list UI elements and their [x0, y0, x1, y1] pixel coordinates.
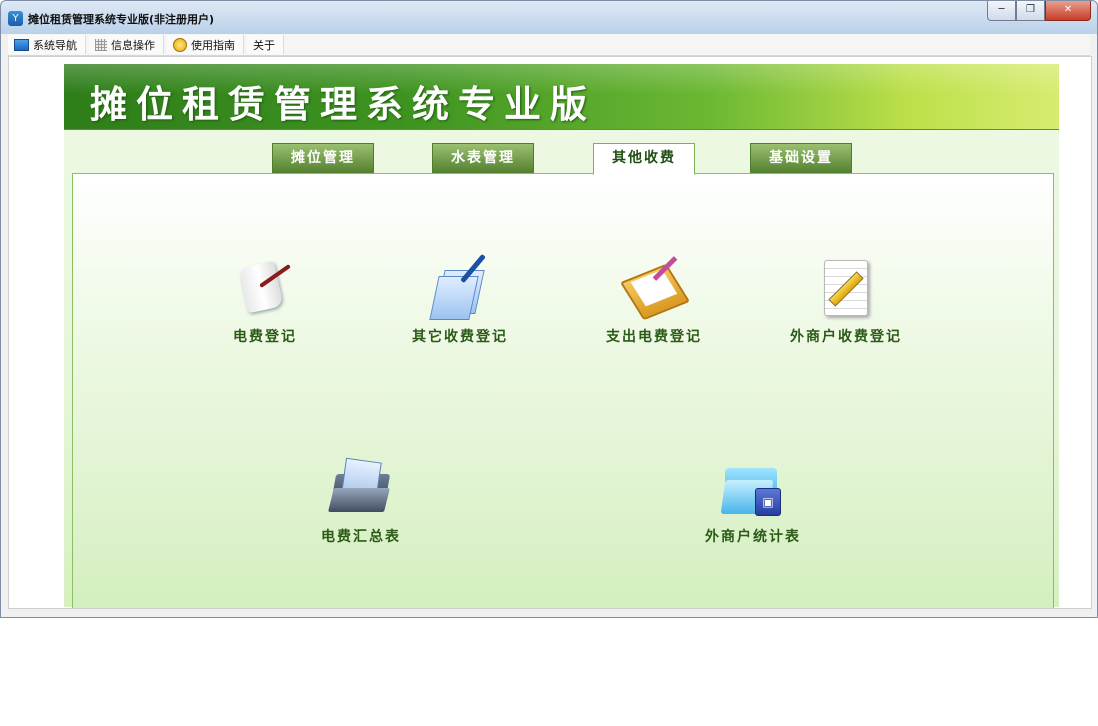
tab-water-meter[interactable]: 水表管理 [432, 143, 534, 174]
function-label: 外商户收费登记 [790, 329, 902, 345]
menu-item-label: 使用指南 [191, 38, 235, 52]
help-icon [173, 37, 187, 52]
outside-merchant-fee-register-button[interactable]: 外商户收费登记 [776, 256, 916, 346]
title-bar[interactable]: Y 摊位租赁管理系统专业版(非注册用户) ─ ❐ ✕ [1, 1, 1097, 34]
app-logo-icon: Y [8, 11, 23, 26]
menu-item-nav[interactable]: 系统导航 [8, 35, 86, 54]
function-label: 电费登记 [233, 329, 297, 345]
menu-item-guide[interactable]: 使用指南 [167, 35, 244, 54]
electricity-summary-button[interactable]: 电费汇总表 [291, 456, 431, 546]
app-window: Y 摊位租赁管理系统专业版(非注册用户) ─ ❐ ✕ 系统导航 信息操作 使用指… [0, 0, 1098, 618]
menu-item-label: 关于 [253, 38, 275, 52]
other-fee-register-button[interactable]: 其它收费登记 [390, 253, 530, 346]
notepad-pencil-icon [814, 256, 878, 320]
close-button[interactable]: ✕ [1045, 1, 1091, 21]
menu-item-about[interactable]: 关于 [247, 35, 284, 54]
main-panel: 摊位租赁管理系统专业版 摊位管理 水表管理 其他收费 基础设置 电费登记 其它收… [64, 64, 1059, 608]
documents-pen-icon [428, 253, 492, 320]
tab-stall-management[interactable]: 摊位管理 [272, 143, 374, 174]
menu-item-info[interactable]: 信息操作 [89, 35, 164, 54]
clipboard-icon [619, 256, 691, 321]
menu-item-label: 系统导航 [33, 38, 77, 52]
window-title: 摊位租赁管理系统专业版(非注册用户) [28, 13, 215, 26]
window-controls: ─ ❐ ✕ [987, 1, 1091, 21]
restore-button[interactable]: ❐ [1016, 1, 1045, 21]
tab-content: 电费登记 其它收费登记 支出电费登记 外商户收费登记 电费汇总表 ▣ 外商户统计… [72, 173, 1054, 608]
client-area: 摊位租赁管理系统专业版 摊位管理 水表管理 其他收费 基础设置 电费登记 其它收… [8, 56, 1092, 609]
minimize-button[interactable]: ─ [987, 1, 1016, 21]
outside-merchant-stats-button[interactable]: ▣ 外商户统计表 [683, 456, 823, 546]
menu-item-label: 信息操作 [111, 38, 155, 52]
folder-documents-icon [328, 456, 393, 520]
header-banner: 摊位租赁管理系统专业版 [64, 64, 1059, 130]
banner-title: 摊位租赁管理系统专业版 [90, 83, 596, 126]
expense-electricity-register-button[interactable]: 支出电费登记 [584, 256, 724, 346]
monitor-icon [14, 38, 29, 51]
grid-icon [95, 38, 107, 51]
menu-bar: 系统导航 信息操作 使用指南 关于 [8, 34, 1090, 56]
tab-other-fees[interactable]: 其他收费 [593, 143, 695, 175]
electricity-fee-register-button[interactable]: 电费登记 [195, 256, 335, 346]
function-label: 电费汇总表 [321, 529, 401, 545]
function-label: 其它收费登记 [412, 329, 508, 345]
folder-badge-icon: ▣ [720, 456, 785, 520]
function-label: 外商户统计表 [705, 529, 801, 545]
scroll-pen-icon [233, 256, 297, 320]
function-label: 支出电费登记 [606, 329, 702, 345]
tab-basic-settings[interactable]: 基础设置 [750, 143, 852, 174]
